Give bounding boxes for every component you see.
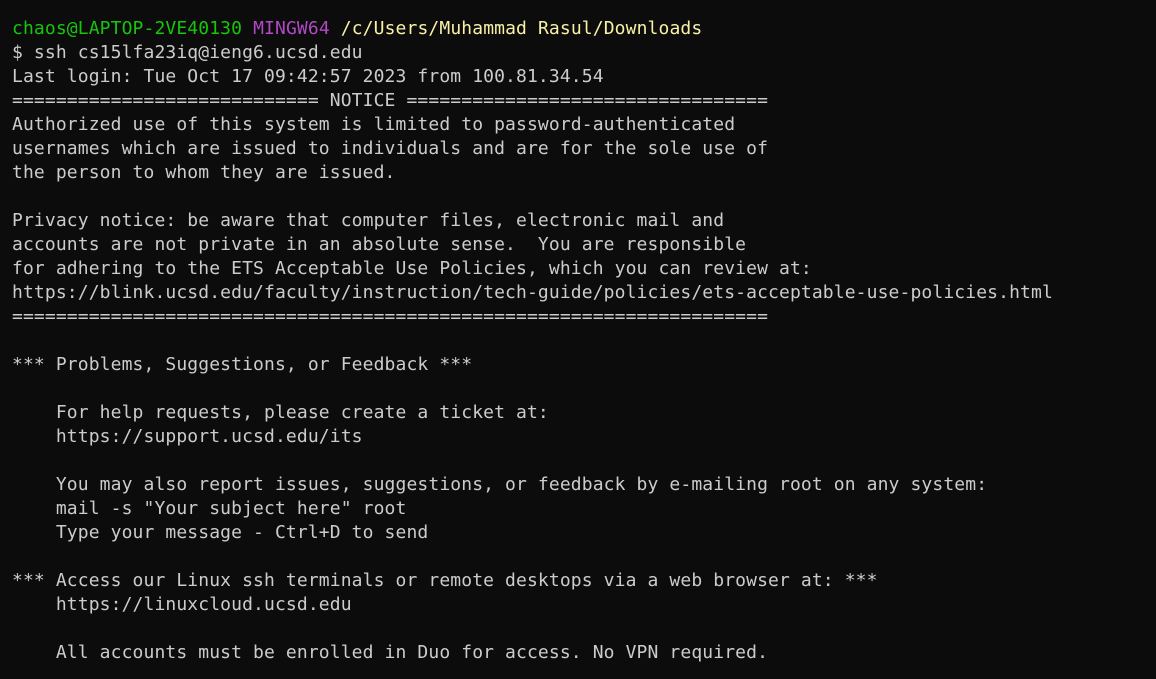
output-line: Type your message - Ctrl+D to send	[12, 522, 429, 543]
output-line: ============================ NOTICE ====…	[12, 90, 769, 111]
output-line: the person to whom they are issued.	[12, 162, 396, 183]
prompt-env: MINGW64	[253, 18, 330, 39]
output-line: You may also report issues, suggestions,…	[12, 474, 988, 495]
command-line: $ ssh cs15lfa23iq@ieng6.ucsd.edu	[12, 42, 363, 63]
output-line: ========================================…	[12, 306, 769, 327]
prompt-line: chaos@LAPTOP-2VE40130 MINGW64 /c/Users/M…	[12, 17, 1156, 41]
output-line: All accounts must be enrolled in Duo for…	[12, 642, 769, 663]
output-line: for adhering to the ETS Acceptable Use P…	[12, 258, 812, 279]
output-line: Last login: Tue Oct 17 09:42:57 2023 fro…	[12, 66, 604, 87]
output-line: Privacy notice: be aware that computer f…	[12, 210, 725, 231]
output-line: Authorized use of this system is limited…	[12, 114, 736, 135]
output-line: usernames which are issued to individual…	[12, 138, 769, 159]
prompt-user: chaos@LAPTOP-2VE40130	[12, 18, 243, 39]
output-line: *** Access our Linux ssh terminals or re…	[12, 570, 878, 591]
output-line: mail -s "Your subject here" root	[12, 498, 407, 519]
prompt-path: /c/Users/Muhammad Rasul/Downloads	[340, 18, 703, 39]
output-line: For help requests, please create a ticke…	[12, 402, 549, 423]
output-line: *** Problems, Suggestions, or Feedback *…	[12, 354, 473, 375]
terminal-window[interactable]: chaos@LAPTOP-2VE40130 MINGW64 /c/Users/M…	[0, 0, 1156, 679]
output-line: https://blink.ucsd.edu/faculty/instructi…	[12, 282, 1053, 303]
output-line: accounts are not private in an absolute …	[12, 234, 747, 255]
output-line: https://linuxcloud.ucsd.edu	[12, 594, 352, 615]
output-line: https://support.ucsd.edu/its	[12, 426, 363, 447]
